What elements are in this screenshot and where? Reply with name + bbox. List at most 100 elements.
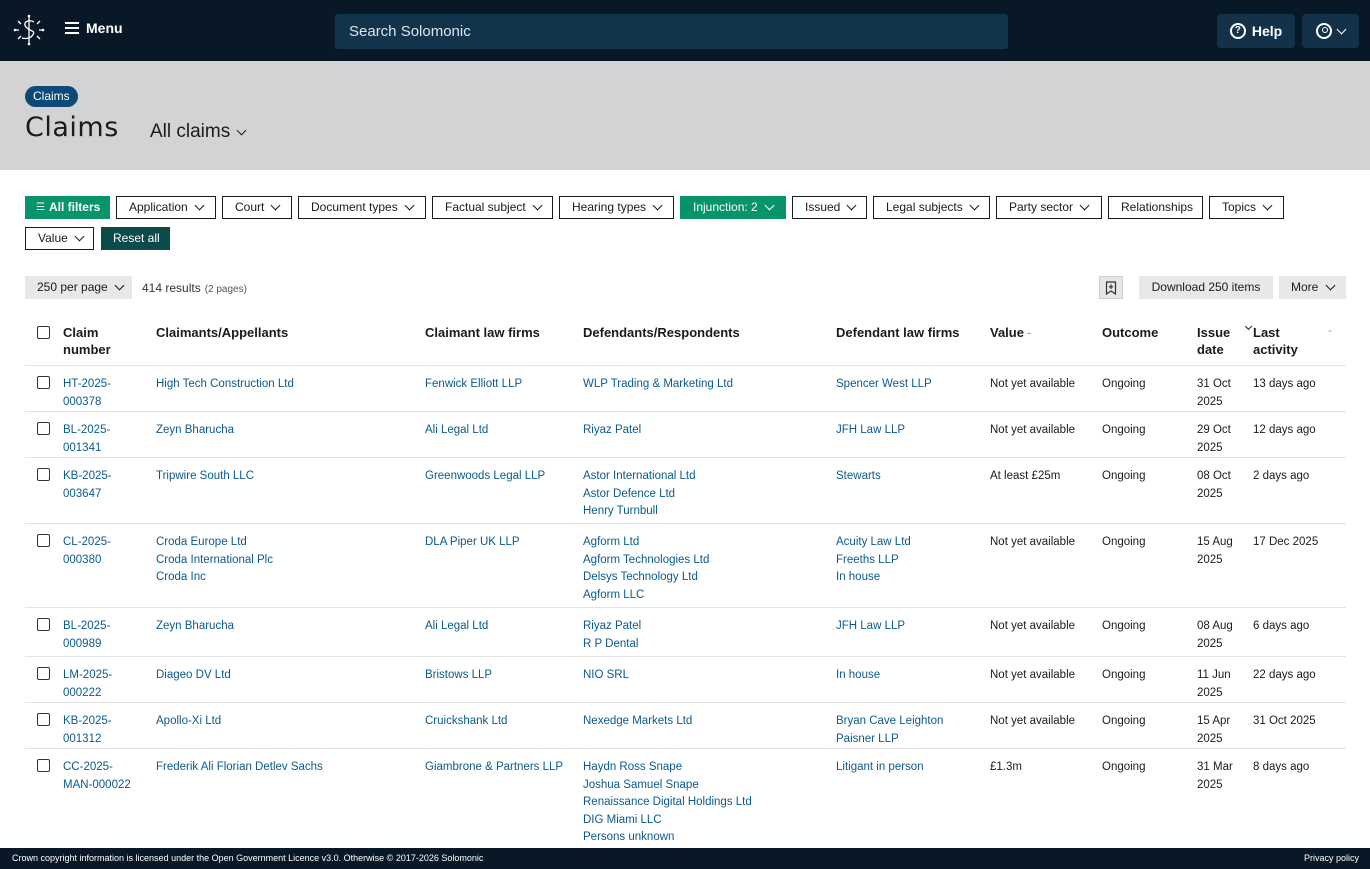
party-link[interactable]: JFH Law LLP — [836, 618, 905, 636]
party-link[interactable]: Fenwick Elliott LLP — [425, 376, 522, 394]
col-defendant-firms[interactable]: Defendant law firms — [836, 324, 960, 341]
filter-factual-subject[interactable]: Factual subject — [432, 196, 553, 219]
party-link[interactable]: DLA Piper UK LLP — [425, 534, 520, 552]
filter-hearing-types[interactable]: Hearing types — [559, 196, 674, 219]
claim-number-link[interactable]: BL-2025- 000989 — [63, 618, 110, 653]
party-link[interactable]: Spencer West LLP — [836, 376, 932, 394]
party-link[interactable]: Astor Defence Ltd — [583, 486, 696, 504]
party-link[interactable]: Agform Ltd — [583, 534, 709, 552]
view-selector[interactable]: All claims — [150, 121, 247, 143]
filter-issued[interactable]: Issued — [792, 196, 867, 219]
filter-document-types[interactable]: Document types — [298, 196, 426, 219]
filter-injunction[interactable]: Injunction: 2 — [680, 196, 786, 219]
party-link[interactable]: R P Dental — [583, 636, 641, 654]
col-outcome[interactable]: Outcome — [1102, 324, 1158, 341]
account-menu-button[interactable] — [1302, 14, 1359, 48]
breadcrumb[interactable]: Claims — [25, 86, 78, 107]
help-button[interactable]: ? Help — [1217, 14, 1295, 48]
col-issue-date[interactable]: Issue date — [1197, 324, 1237, 358]
party-link[interactable]: Bristows LLP — [425, 667, 492, 685]
party-link[interactable]: Ali Legal Ltd — [425, 618, 488, 636]
party-link[interactable]: JFH Law LLP — [836, 422, 905, 440]
party-link[interactable]: NIO SRL — [583, 667, 629, 685]
party-link[interactable]: Joshua Samuel Snape — [583, 777, 752, 795]
party-link[interactable]: Paisner LLP — [836, 731, 943, 749]
party-link[interactable]: In house — [836, 569, 911, 587]
party-link[interactable]: Henry Turnbull — [583, 503, 696, 521]
filter-application[interactable]: Application — [116, 196, 216, 219]
bookmark-button[interactable] — [1099, 276, 1123, 299]
solomonic-logo-icon[interactable] — [12, 13, 46, 47]
menu-button[interactable]: Menu — [65, 19, 123, 37]
party-link[interactable]: Zeyn Bharucha — [156, 422, 234, 440]
row-checkbox[interactable] — [37, 618, 50, 631]
claim-number-link[interactable]: KB-2025- 001312 — [63, 713, 112, 748]
row-checkbox[interactable] — [37, 534, 50, 547]
claim-number-link[interactable]: LM-2025- 000222 — [63, 667, 112, 702]
row-checkbox[interactable] — [37, 422, 50, 435]
party-link[interactable]: Renaissance Digital Holdings Ltd — [583, 794, 752, 812]
party-link[interactable]: Delsys Technology Ltd — [583, 569, 709, 587]
row-checkbox[interactable] — [37, 759, 50, 772]
download-button[interactable]: Download 250 items — [1139, 276, 1273, 299]
all-filters-button[interactable]: ☰ All filters — [25, 196, 110, 219]
col-last-activity[interactable]: Last activity — [1253, 324, 1313, 358]
row-checkbox[interactable] — [37, 713, 50, 726]
claim-number-link[interactable]: CL-2025- 000380 — [63, 534, 111, 569]
party-link[interactable]: Croda Inc — [156, 569, 273, 587]
party-link[interactable]: Greenwoods Legal LLP — [425, 468, 545, 486]
filter-party-sector[interactable]: Party sector — [996, 196, 1102, 219]
filter-court[interactable]: Court — [222, 196, 292, 219]
filter-value[interactable]: Value — [25, 227, 94, 250]
party-link[interactable]: Astor International Ltd — [583, 468, 696, 486]
party-link[interactable]: Zeyn Bharucha — [156, 618, 234, 636]
party-link[interactable]: Riyaz Patel — [583, 422, 641, 440]
party-link[interactable]: In house — [836, 667, 880, 685]
party-link[interactable]: Frederik Ali Florian Detlev Sachs — [156, 759, 323, 777]
reset-all-button[interactable]: Reset all — [101, 227, 170, 250]
party-link[interactable]: Litigant in person — [836, 759, 924, 777]
claim-number-link[interactable]: HT-2025- 000378 — [63, 376, 111, 411]
col-claim-number[interactable]: Claim number — [63, 324, 133, 358]
party-link[interactable]: Bryan Cave Leighton — [836, 713, 943, 731]
sort-desc-icon[interactable] — [1244, 322, 1253, 331]
party-link[interactable]: DIG Miami LLC — [583, 812, 752, 830]
party-link[interactable]: Giambrone & Partners LLP — [425, 759, 563, 777]
col-value[interactable]: Value - — [990, 324, 1031, 341]
search-input[interactable]: Search Solomonic — [335, 14, 1008, 49]
row-checkbox[interactable] — [37, 667, 50, 680]
party-link[interactable]: Croda Europe Ltd — [156, 534, 273, 552]
filter-relationships[interactable]: Relationships — [1108, 196, 1203, 219]
party-link[interactable]: High Tech Construction Ltd — [156, 376, 294, 394]
more-menu-button[interactable]: More — [1279, 276, 1346, 299]
claim-number-link[interactable]: BL-2025- 001341 — [63, 422, 110, 457]
party-link[interactable]: Apollo-Xi Ltd — [156, 713, 221, 731]
party-link[interactable]: Stewarts — [836, 468, 881, 486]
row-checkbox[interactable] — [37, 376, 50, 389]
select-all-checkbox[interactable] — [37, 326, 50, 339]
party-link[interactable]: Riyaz Patel — [583, 618, 641, 636]
party-link[interactable]: Agform Technologies Ltd — [583, 552, 709, 570]
party-link[interactable]: Haydn Ross Snape — [583, 759, 752, 777]
filter-topics[interactable]: Topics — [1209, 196, 1284, 219]
party-link[interactable]: Tripwire South LLC — [156, 468, 254, 486]
col-defendants[interactable]: Defendants/Respondents — [583, 324, 740, 341]
claim-number-link[interactable]: CC-2025- MAN-000022 — [63, 759, 131, 794]
claim-number-link[interactable]: KB-2025- 003647 — [63, 468, 112, 503]
party-link[interactable]: Diageo DV Ltd — [156, 667, 231, 685]
party-link[interactable]: Cruickshank Ltd — [425, 713, 507, 731]
party-link[interactable]: Agform LLC — [583, 587, 709, 605]
party-link[interactable]: Acuity Law Ltd — [836, 534, 911, 552]
party-link[interactable]: Freeths LLP — [836, 552, 911, 570]
col-claimants[interactable]: Claimants/Appellants — [156, 324, 288, 341]
party-link[interactable]: Ali Legal Ltd — [425, 422, 488, 440]
row-checkbox[interactable] — [37, 468, 50, 481]
privacy-policy-link[interactable]: Privacy policy — [1304, 848, 1359, 869]
party-link[interactable]: Croda International Plc — [156, 552, 273, 570]
col-claimant-firms[interactable]: Claimant law firms — [425, 324, 540, 341]
party-link[interactable]: WLP Trading & Marketing Ltd — [583, 376, 733, 394]
per-page-select[interactable]: 250 per page — [25, 276, 132, 299]
party-link[interactable]: Nexedge Markets Ltd — [583, 713, 692, 731]
party-link[interactable]: Persons unknown — [583, 829, 752, 847]
filter-legal-subjects[interactable]: Legal subjects — [873, 196, 990, 219]
